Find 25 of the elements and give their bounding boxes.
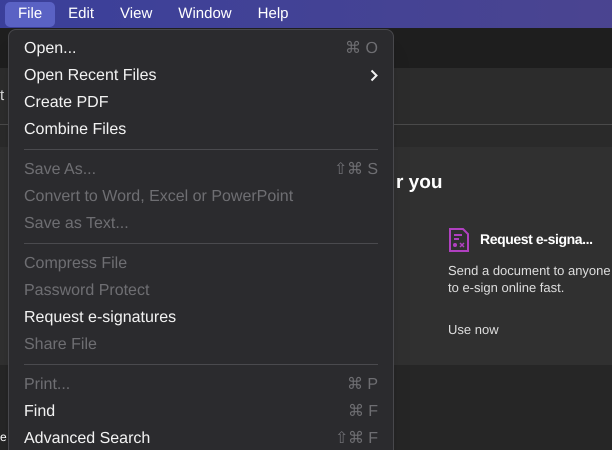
text-fragment: t: [0, 86, 6, 106]
menu-item[interactable]: Find ⌘ F: [15, 398, 387, 425]
menu-bar-item[interactable]: View: [107, 2, 166, 26]
card-title: Request e-signa...: [480, 230, 593, 249]
menu-item[interactable]: Combine Files: [15, 116, 387, 143]
menu-bar-item[interactable]: Help: [244, 2, 302, 26]
card-description: Send a document to anyone to e-sign online fast.: [448, 262, 612, 296]
shortcut-label: ⌘ P: [346, 374, 378, 394]
menu-bar-item[interactable]: File: [5, 2, 56, 26]
menu-item[interactable]: Create PDF: [15, 89, 387, 116]
text-fragment: e: [0, 429, 7, 446]
shortcut-label: ⇧⌘ S: [334, 160, 378, 180]
menu-item[interactable]: Request e-signatures: [15, 304, 387, 331]
menu-bar-item[interactable]: Window: [165, 2, 245, 26]
chevron-right-icon: [370, 69, 378, 82]
menu-item[interactable]: Advanced Search ⇧⌘ F: [15, 425, 387, 450]
section-heading: r you: [396, 171, 442, 195]
menu-item[interactable]: Open... ⌘ O: [15, 35, 387, 62]
shortcut-label: ⌘ F: [348, 402, 378, 422]
shortcut-label: ⌘ O: [345, 38, 378, 58]
menu-item[interactable]: Open Recent Files: [15, 62, 387, 89]
shortcut-label: ⇧⌘ F: [334, 428, 378, 448]
menu-bar-item[interactable]: Edit: [55, 2, 108, 26]
use-now-link[interactable]: Use now: [448, 320, 612, 339]
document-signature-icon: [448, 228, 470, 252]
